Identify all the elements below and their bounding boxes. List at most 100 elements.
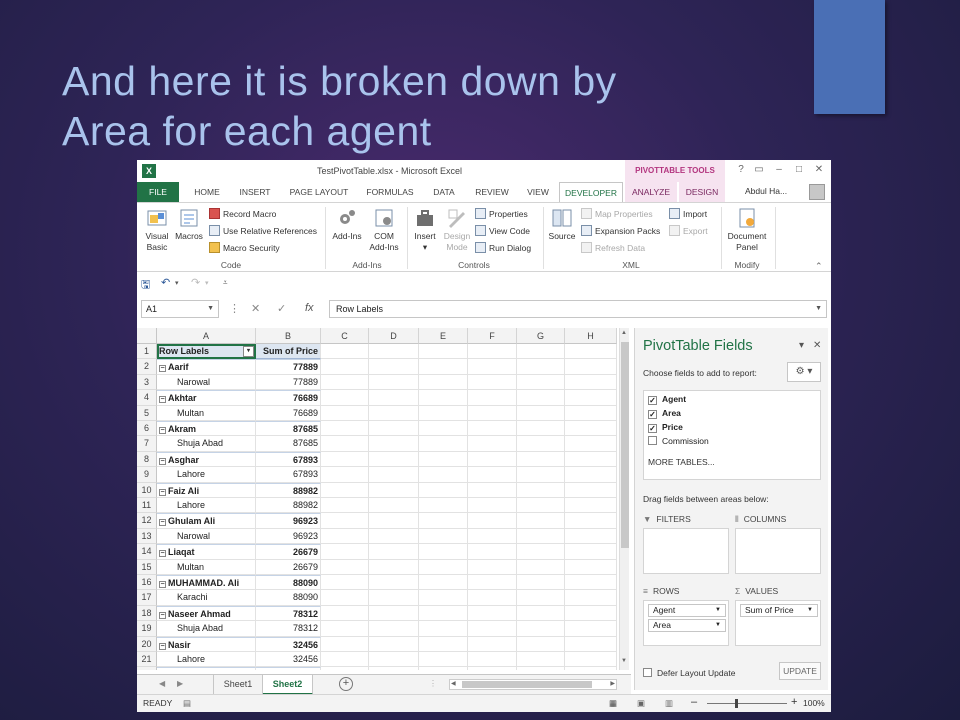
user-name[interactable]: Abdul Ha...	[745, 186, 787, 196]
cell-f[interactable]	[468, 482, 517, 498]
cell-c[interactable]	[321, 590, 369, 606]
cell-b[interactable]: 76689	[256, 390, 321, 406]
cell-g[interactable]	[517, 390, 565, 406]
cell-b[interactable]: 67893	[256, 451, 321, 468]
cell-b[interactable]: 77889	[256, 374, 321, 391]
cell-h[interactable]	[565, 374, 617, 391]
row-number[interactable]: 14	[137, 544, 157, 560]
cell-c[interactable]	[321, 421, 369, 437]
import-button[interactable]: Import	[669, 207, 707, 221]
cell-c[interactable]	[321, 359, 369, 375]
cell-c[interactable]	[321, 621, 369, 637]
tab-design[interactable]: DESIGN	[679, 182, 725, 202]
collapse-icon[interactable]: −	[159, 519, 166, 527]
cell-d[interactable]	[369, 605, 419, 622]
collapse-icon[interactable]: −	[159, 396, 166, 404]
formula-input[interactable]: Row Labels ▼	[329, 300, 827, 318]
cell-b[interactable]: 88090	[256, 575, 321, 591]
scroll-down-icon[interactable]: ▼	[621, 658, 627, 664]
update-button[interactable]: UPDATE	[779, 662, 821, 680]
cell-f[interactable]	[468, 467, 517, 483]
rows-item-agent[interactable]: Agent ▼	[648, 604, 726, 617]
row-number[interactable]: 10	[137, 482, 157, 498]
cell-d[interactable]	[369, 359, 419, 375]
cell-a[interactable]: − Faiz Ali	[157, 482, 256, 498]
collapse-icon[interactable]: −	[159, 427, 166, 434]
cell-h[interactable]	[565, 667, 617, 670]
field-price[interactable]: ✓ Price	[648, 421, 683, 434]
cell-d[interactable]	[369, 467, 419, 483]
cell-c[interactable]	[321, 344, 369, 360]
cell-e[interactable]	[419, 405, 468, 421]
cell-b[interactable]: 88982	[256, 498, 321, 514]
tools-gear-button[interactable]: ⚙ ▾	[787, 362, 821, 382]
column-header-d[interactable]: D	[369, 328, 419, 344]
save-icon[interactable]: 🖫	[141, 276, 150, 295]
cell-e[interactable]	[419, 467, 468, 483]
cell-e[interactable]	[419, 390, 468, 406]
cell-g[interactable]	[517, 344, 565, 360]
cell-h[interactable]	[565, 421, 617, 437]
expand-formula-bar-icon[interactable]: ▼	[815, 301, 822, 317]
record-macro-button[interactable]: Record Macro	[209, 207, 276, 221]
cell-d[interactable]	[369, 513, 419, 529]
cell-h[interactable]	[565, 605, 617, 622]
chevron-down-icon[interactable]: ▼	[807, 605, 813, 616]
cell-b[interactable]: Sum of Price	[256, 344, 321, 360]
field-agent[interactable]: ✓ Agent	[648, 393, 686, 406]
cell-f[interactable]	[468, 359, 517, 375]
cell-a[interactable]: − Naseer Ahmad	[157, 605, 256, 622]
tab-home[interactable]: HOME	[185, 182, 229, 202]
add-ins-button[interactable]: Add-Ins	[329, 207, 365, 242]
cell-a[interactable]: Shuja Abad	[157, 436, 256, 452]
row-number[interactable]: 19	[137, 621, 157, 637]
cell-a[interactable]: Multan	[157, 405, 256, 421]
cell-h[interactable]	[565, 390, 617, 406]
cell-a[interactable]: Karachi	[157, 590, 256, 606]
cell-g[interactable]	[517, 374, 565, 391]
expansion-packs-button[interactable]: Expansion Packs	[581, 224, 660, 238]
cell-f[interactable]	[468, 405, 517, 421]
cell-b[interactable]: 96923	[256, 528, 321, 545]
collapse-icon[interactable]: −	[159, 581, 166, 588]
cell-g[interactable]	[517, 544, 565, 560]
row-number[interactable]: 2	[137, 359, 157, 375]
row-number[interactable]: 4	[137, 390, 157, 406]
cell-b[interactable]: 32456	[256, 636, 321, 652]
tab-page-layout[interactable]: PAGE LAYOUT	[281, 182, 357, 202]
cell-d[interactable]	[369, 436, 419, 452]
cell-h[interactable]	[565, 513, 617, 529]
cell-d[interactable]	[369, 421, 419, 437]
cell-c[interactable]	[321, 498, 369, 514]
cell-h[interactable]	[565, 544, 617, 560]
avatar[interactable]	[809, 184, 825, 200]
row-number[interactable]: 13	[137, 528, 157, 545]
cell-c[interactable]	[321, 513, 369, 529]
column-header-g[interactable]: G	[517, 328, 565, 344]
cell-b[interactable]: 26679	[256, 544, 321, 560]
cell-g[interactable]	[517, 359, 565, 375]
help-icon[interactable]: ?	[733, 164, 749, 175]
cell-a[interactable]: Row Labels ▾	[157, 344, 256, 360]
close-icon[interactable]: ✕	[811, 164, 827, 175]
cell-b[interactable]: 26679	[256, 559, 321, 575]
collapse-icon[interactable]: −	[159, 457, 166, 465]
cell-d[interactable]	[369, 528, 419, 545]
cell-c[interactable]	[321, 528, 369, 545]
ribbon-display-icon[interactable]: ▭	[751, 164, 767, 175]
cell-h[interactable]	[565, 621, 617, 637]
cell-a[interactable]: − Nasir	[157, 636, 256, 652]
macros-button[interactable]: Macros	[173, 207, 205, 242]
cell-d[interactable]	[369, 544, 419, 560]
cell-d[interactable]	[369, 451, 419, 468]
cell-e[interactable]	[419, 636, 468, 652]
macro-record-status-icon[interactable]: ▤	[183, 698, 191, 709]
refresh-data-button[interactable]: Refresh Data	[581, 241, 645, 255]
row-labels-filter-icon[interactable]: ▾	[243, 346, 254, 357]
customize-qat-icon[interactable]: ⩡	[223, 278, 228, 288]
cell-e[interactable]	[419, 374, 468, 391]
document-panel-button[interactable]: Document Panel	[723, 207, 771, 253]
row-number[interactable]: 16	[137, 575, 157, 591]
cell-e[interactable]	[419, 544, 468, 560]
properties-button[interactable]: Properties	[475, 207, 528, 221]
